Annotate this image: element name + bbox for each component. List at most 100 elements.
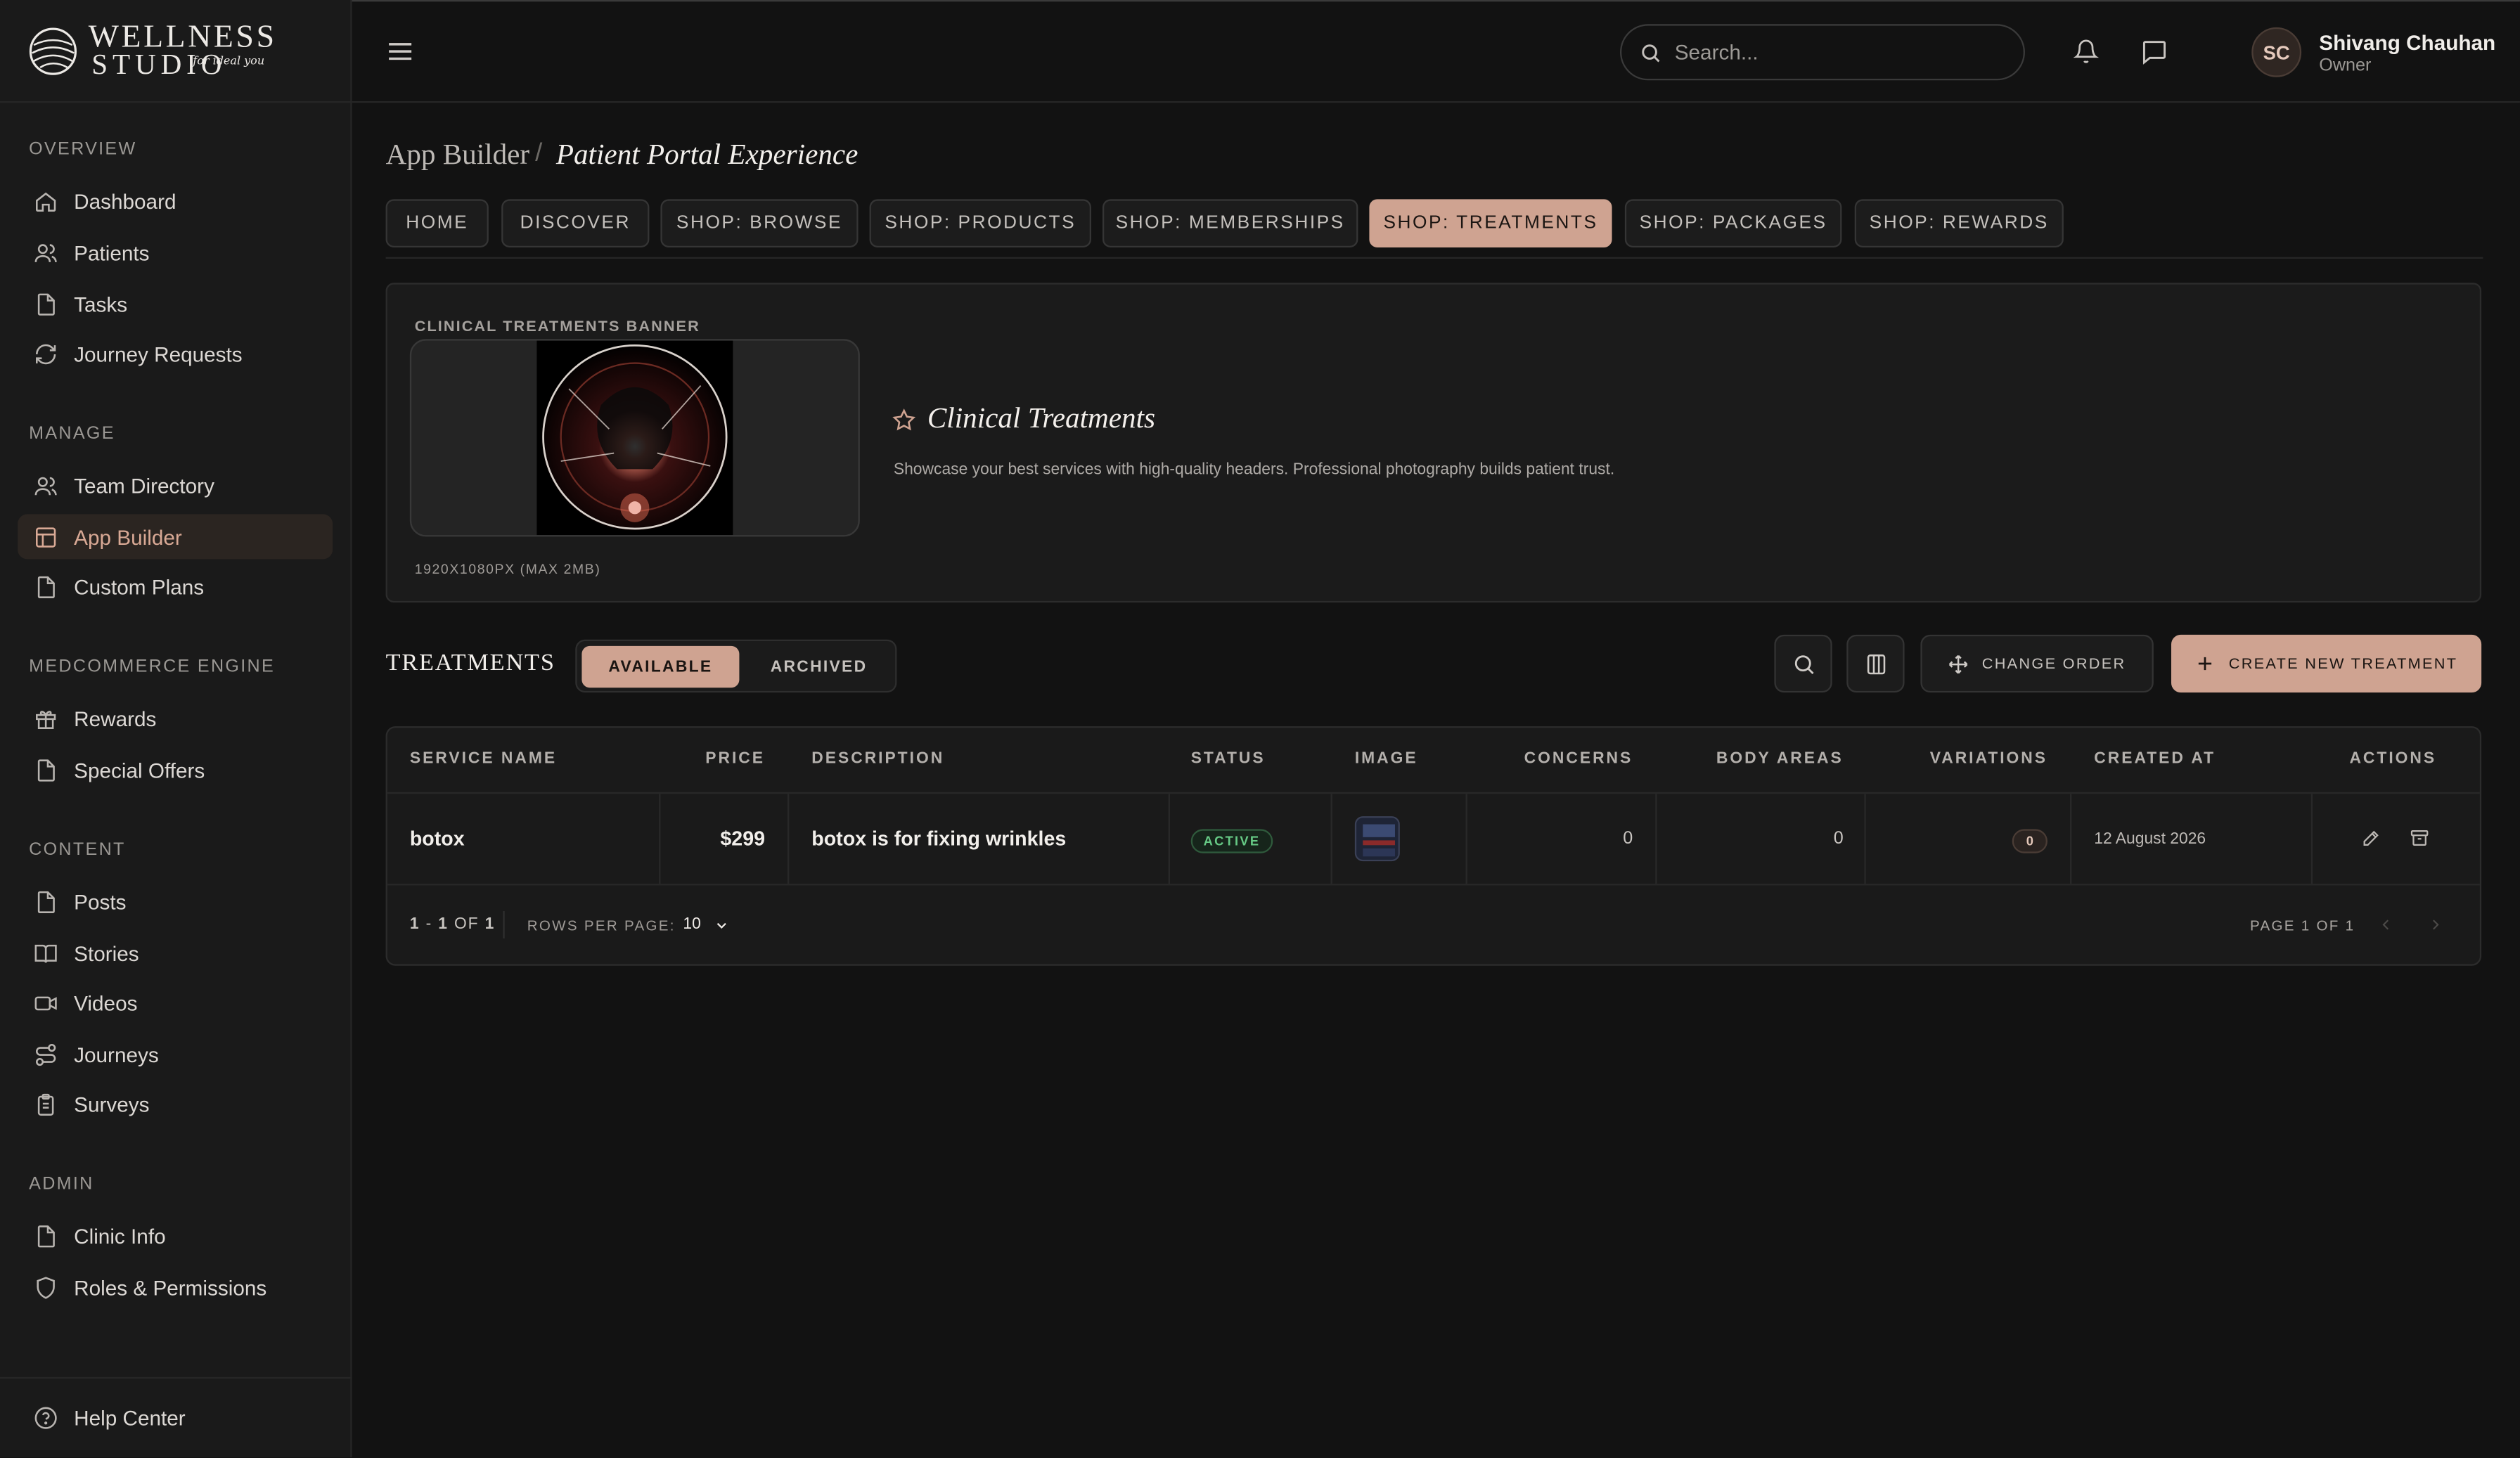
column-header-status[interactable]: STATUS	[1191, 750, 1266, 768]
tabs-divider	[385, 257, 2483, 259]
sidebar-item-journey-requests[interactable]: Journey Requests	[18, 331, 333, 376]
breadcrumb-separator: /	[535, 139, 543, 167]
sidebar-item-roles-permissions[interactable]: Roles & Permissions	[18, 1265, 333, 1310]
file-icon	[37, 759, 55, 781]
banner-artwork-image	[536, 340, 733, 536]
banner-size-hint: 1920X1080PX (MAX 2MB)	[414, 560, 601, 577]
column-divider	[659, 794, 661, 884]
column-header-variations[interactable]: VARIATIONS	[1871, 750, 2048, 768]
sidebar-item-label: Journeys	[74, 1042, 159, 1066]
cell-service-name: botox	[409, 827, 465, 851]
column-header-body-areas[interactable]: BODY AREAS	[1664, 750, 1844, 768]
page-indicator: PAGE 1 OF 1	[2249, 917, 2355, 934]
columns-icon	[1866, 653, 1885, 674]
globe-logo-icon	[29, 27, 77, 75]
banner-image-upload[interactable]	[409, 339, 860, 537]
cell-price: $299	[720, 827, 765, 851]
status-badge: ACTIVE	[1190, 829, 1273, 853]
sidebar-item-rewards[interactable]: Rewards	[18, 696, 333, 741]
column-header-actions: ACTIONS	[2349, 750, 2437, 768]
edit-icon[interactable]	[2361, 827, 2382, 849]
help-circle-icon	[34, 1406, 57, 1428]
sidebar-item-team-directory[interactable]: Team Directory	[18, 463, 333, 508]
column-header-description[interactable]: DESCRIPTION	[811, 750, 944, 768]
tab-shop-browse[interactable]: SHOP: BROWSE	[660, 199, 859, 247]
avatar[interactable]: SC	[2251, 27, 2302, 77]
column-header-price[interactable]: PRICE	[675, 750, 765, 768]
tab-shop-products[interactable]: SHOP: PRODUCTS	[869, 199, 1091, 247]
column-header-service-name[interactable]: SERVICE NAME	[410, 750, 557, 768]
sidebar: WELLNESS STUDIO for ideal you OVERVIEW D…	[0, 0, 352, 1458]
search-input[interactable]: Search...	[1619, 24, 2025, 81]
user-role: Owner	[2319, 56, 2372, 76]
sidebar-item-patients[interactable]: Patients	[18, 230, 333, 275]
banner-description: Showcase your best services with high-qu…	[893, 460, 1615, 479]
column-divider	[787, 794, 790, 884]
tab-shop-memberships[interactable]: SHOP: MEMBERSHIPS	[1102, 199, 1358, 247]
filter-archived-button[interactable]: ARCHIVED	[744, 646, 894, 688]
brand-word-top: WELLNESS	[88, 19, 277, 55]
sidebar-divider	[0, 101, 352, 103]
tab-shop-treatments[interactable]: SHOP: TREATMENTS	[1369, 199, 1612, 247]
range-of: OF	[448, 915, 485, 934]
column-header-concerns[interactable]: CONCERNS	[1472, 750, 1633, 768]
sidebar-item-journeys[interactable]: Journeys	[18, 1031, 333, 1076]
sidebar-item-label: App Builder	[74, 524, 182, 549]
change-order-label: CHANGE ORDER	[1981, 654, 2126, 673]
home-icon	[35, 191, 56, 211]
rows-per-page-select[interactable]: 10	[683, 916, 700, 934]
users-icon	[34, 476, 57, 495]
chevron-right-icon[interactable]	[2426, 916, 2444, 934]
pagination-divider	[503, 910, 505, 938]
brand-logo[interactable]: WELLNESS STUDIO for ideal you	[27, 19, 285, 80]
tab-shop-packages[interactable]: SHOP: PACKAGES	[1624, 199, 1842, 247]
column-header-image[interactable]: IMAGE	[1355, 750, 1418, 768]
sidebar-item-special-offers[interactable]: Special Offers	[18, 747, 333, 792]
route-icon	[35, 1043, 56, 1065]
sidebar-item-label: Custom Plans	[74, 574, 205, 599]
chevron-down-icon[interactable]	[714, 917, 730, 934]
filter-available-button[interactable]: AVAILABLE	[581, 645, 740, 688]
column-header-created-at[interactable]: CREATED AT	[2094, 750, 2216, 768]
create-treatment-button[interactable]: CREATE NEW TREATMENT	[2171, 634, 2482, 693]
file-icon	[37, 1225, 55, 1247]
treatments-heading: TREATMENTS	[385, 650, 555, 677]
sidebar-item-videos[interactable]: Videos	[18, 980, 333, 1025]
sidebar-item-label: Posts	[74, 889, 127, 914]
sidebar-item-help-center[interactable]: Help Center	[18, 1395, 333, 1440]
breadcrumb-root[interactable]: App Builder	[386, 138, 530, 172]
sidebar-item-custom-plans[interactable]: Custom Plans	[18, 564, 333, 609]
table-search-button[interactable]	[1774, 634, 1832, 693]
sidebar-footer-divider	[0, 1376, 352, 1379]
gift-icon	[35, 709, 56, 728]
tab-shop-rewards[interactable]: SHOP: REWARDS	[1854, 199, 2064, 247]
range-start: 1	[409, 915, 420, 934]
sidebar-item-tasks[interactable]: Tasks	[18, 281, 333, 326]
message-icon[interactable]	[2141, 39, 2168, 66]
range-end: 1	[438, 915, 449, 934]
tab-home[interactable]: HOME	[385, 199, 489, 247]
sidebar-item-stories[interactable]: Stories	[18, 930, 333, 975]
user-name[interactable]: Shivang Chauhan	[2319, 30, 2495, 54]
banner-title: Clinical Treatments	[927, 401, 1156, 434]
sidebar-item-dashboard[interactable]: Dashboard	[18, 179, 333, 224]
change-order-button[interactable]: CHANGE ORDER	[1920, 634, 2154, 693]
section-admin: ADMIN	[29, 1174, 94, 1194]
bell-icon[interactable]	[2073, 39, 2100, 65]
users-icon	[34, 243, 57, 262]
sidebar-item-app-builder[interactable]: App Builder	[18, 514, 333, 560]
move-icon	[1949, 654, 1968, 673]
chevron-left-icon[interactable]	[2377, 916, 2395, 934]
columns-button[interactable]	[1846, 634, 1905, 693]
menu-icon[interactable]	[387, 39, 413, 65]
app-root: WELLNESS STUDIO for ideal you OVERVIEW D…	[0, 0, 2520, 1458]
archive-icon[interactable]	[2409, 827, 2430, 849]
status-filter: AVAILABLE ARCHIVED	[575, 639, 897, 693]
sidebar-item-clinic-info[interactable]: Clinic Info	[18, 1213, 333, 1258]
brand-tagline: for ideal you	[193, 54, 265, 67]
range-total: 1	[484, 915, 496, 934]
tab-discover[interactable]: DISCOVER	[501, 199, 650, 247]
treatment-thumbnail[interactable]	[1354, 816, 1400, 862]
sidebar-item-posts[interactable]: Posts	[18, 879, 333, 924]
sidebar-item-surveys[interactable]: Surveys	[18, 1081, 333, 1126]
